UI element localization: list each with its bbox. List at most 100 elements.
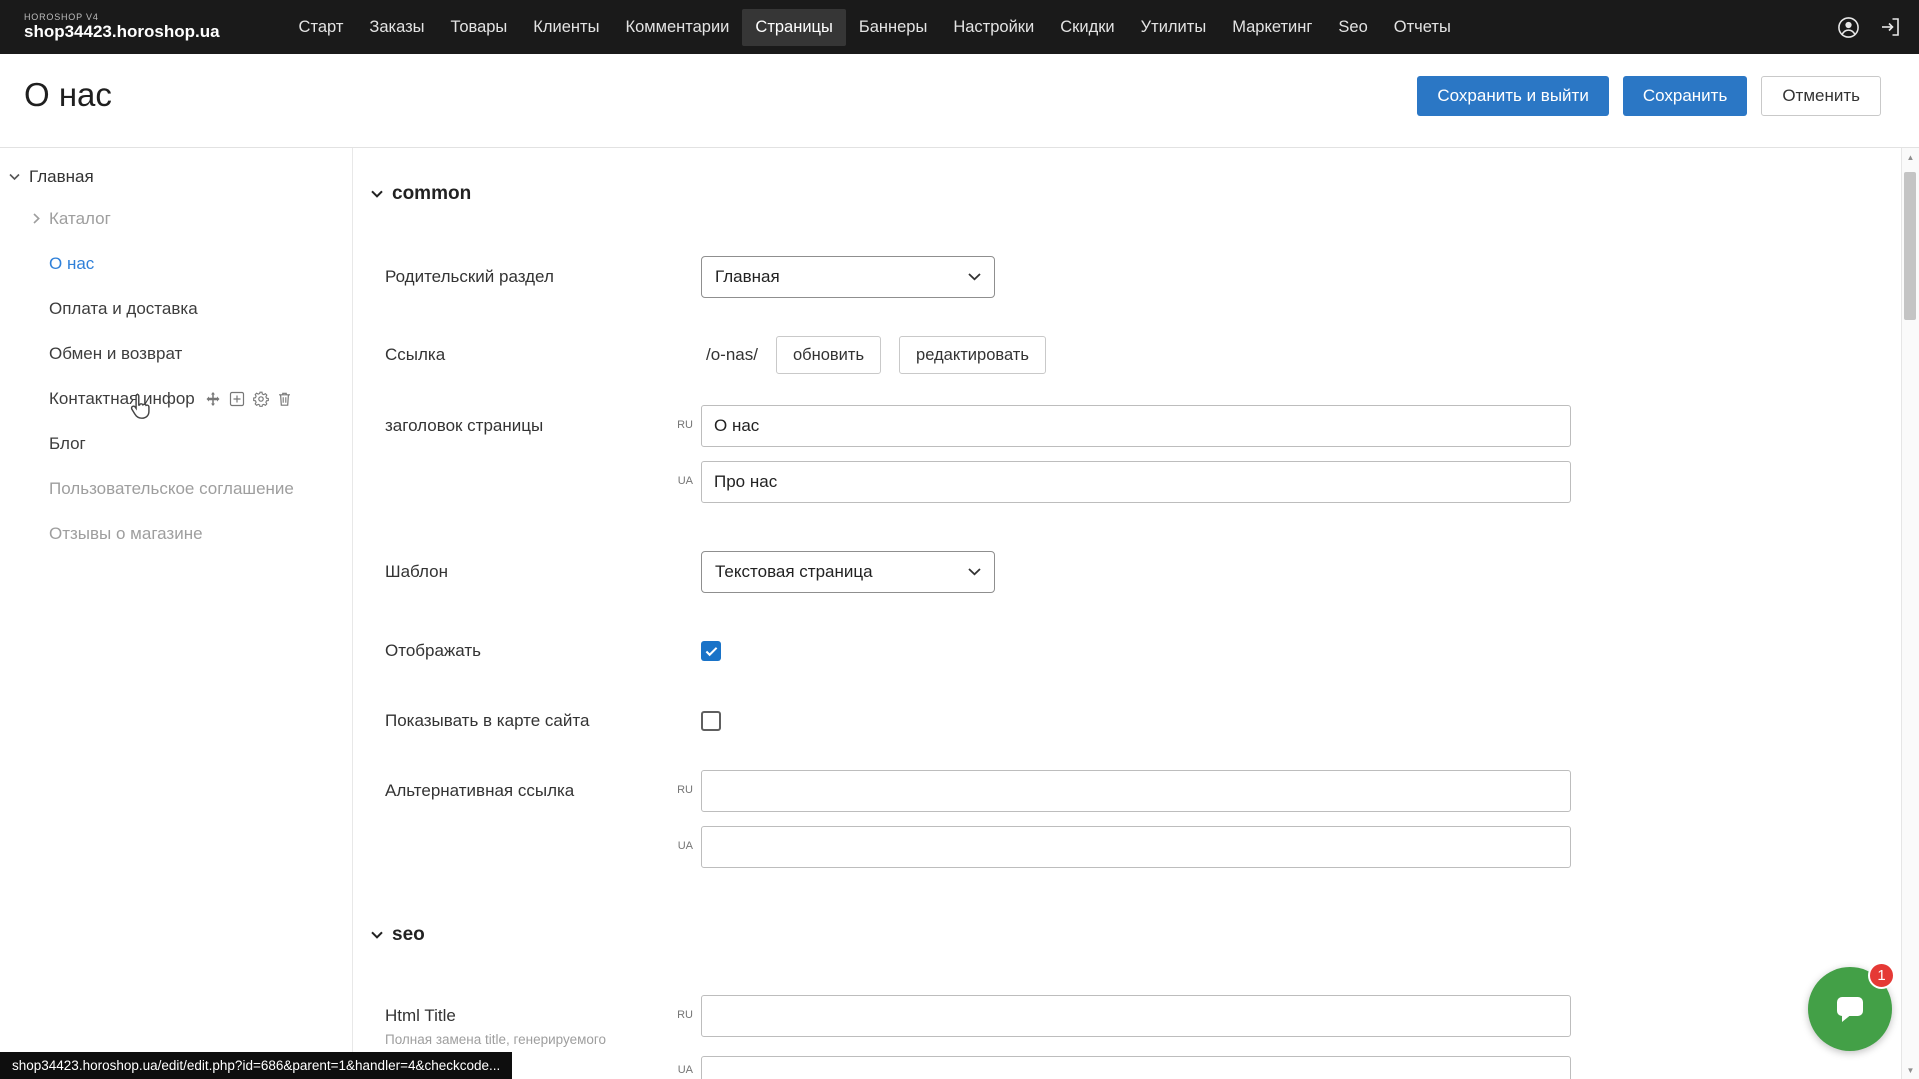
add-page-icon[interactable] (229, 391, 245, 407)
link-edit-button[interactable]: редактировать (899, 336, 1046, 374)
section-title: seo (392, 924, 425, 946)
nav-item-settings[interactable]: Настройки (940, 9, 1047, 46)
cancel-button[interactable]: Отменить (1761, 76, 1881, 116)
scrollbar-up-arrow[interactable]: ▲ (1902, 148, 1919, 166)
lang-badge-ua: UA (655, 475, 693, 487)
section-title: common (392, 183, 471, 205)
sidebar-item-label: Главная (29, 167, 94, 187)
alt-link-label: Альтернативная ссылка (385, 780, 574, 802)
link-path: /o-nas/ (706, 345, 758, 365)
chevron-right-icon (33, 213, 40, 224)
chat-bubble-icon (1831, 991, 1869, 1027)
nav-item-utilities[interactable]: Утилиты (1128, 9, 1220, 46)
lang-badge-ru: RU (655, 1009, 693, 1021)
link-row: /o-nas/ обновить редактировать (706, 336, 1046, 374)
save-and-exit-button[interactable]: Сохранить и выйти (1417, 76, 1608, 116)
nav-item-comments[interactable]: Комментарии (612, 9, 742, 46)
nav-item-reports[interactable]: Отчеты (1381, 9, 1464, 46)
settings-gear-icon[interactable] (253, 391, 269, 407)
page-title-ru-input[interactable] (701, 405, 1571, 447)
nav-item-discounts[interactable]: Скидки (1047, 9, 1127, 46)
template-select[interactable]: Текстовая страница (701, 551, 995, 593)
user-account-icon[interactable] (1835, 14, 1861, 40)
chevron-down-icon (371, 190, 383, 198)
sidebar-item-store-reviews[interactable]: Отзывы о магазине (0, 511, 352, 556)
nav-item-seo[interactable]: Seo (1325, 9, 1380, 46)
sitemap-checkbox[interactable] (701, 711, 721, 731)
topbar: HOROSHOP V4 shop34423.horoshop.ua Старт … (0, 0, 1919, 54)
page-title-field-label: заголовок страницы (385, 415, 543, 437)
sidebar-item-user-agreement[interactable]: Пользовательское соглашение (0, 466, 352, 511)
lang-badge-ru: RU (655, 419, 693, 431)
select-value: Текстовая страница (715, 562, 873, 582)
link-refresh-button[interactable]: обновить (776, 336, 881, 374)
nav-item-orders[interactable]: Заказы (356, 9, 437, 46)
brand-version: HOROSHOP V4 (24, 12, 220, 22)
status-url-bar: shop34423.horoshop.ua/edit/edit.php?id=6… (0, 1052, 512, 1079)
chevron-down-icon (968, 273, 981, 281)
brand-domain: shop34423.horoshop.ua (24, 22, 220, 42)
lang-badge-ua: UA (655, 840, 693, 852)
html-title-ru-input[interactable] (701, 995, 1571, 1037)
nav-item-start[interactable]: Старт (286, 9, 357, 46)
alt-link-ru-input[interactable] (701, 770, 1571, 812)
sidebar-item-about[interactable]: О нас (0, 241, 352, 286)
section-common-toggle[interactable]: common (371, 183, 471, 205)
save-button[interactable]: Сохранить (1623, 76, 1747, 116)
sidebar-item-label: Обмен и возврат (49, 344, 182, 364)
status-url-text: shop34423.horoshop.ua/edit/edit.php?id=6… (12, 1058, 500, 1073)
nav-item-clients[interactable]: Клиенты (520, 9, 612, 46)
sidebar-item-label: Каталог (49, 209, 111, 229)
link-label: Ссылка (385, 344, 445, 366)
nav-item-products[interactable]: Товары (438, 9, 521, 46)
parent-section-label: Родительский раздел (385, 266, 554, 288)
nav-item-pages[interactable]: Страницы (742, 9, 845, 46)
nav-item-marketing[interactable]: Маркетинг (1219, 9, 1325, 46)
html-title-label: Html Title (385, 1005, 456, 1027)
vertical-scrollbar[interactable]: ▲ ▼ (1901, 148, 1919, 1079)
tree-item-actions (205, 391, 292, 407)
html-title-hint: Полная замена title, генерируемого (385, 1032, 606, 1047)
chevron-down-icon (9, 173, 20, 181)
check-icon (705, 646, 718, 657)
html-title-ua-input[interactable] (701, 1056, 1571, 1079)
header-actions: Сохранить и выйти Сохранить Отменить (1417, 76, 1881, 116)
chevron-down-icon (371, 931, 383, 939)
scrollbar-thumb[interactable] (1904, 172, 1916, 320)
parent-section-select[interactable]: Главная (701, 256, 995, 298)
lang-badge-ru: RU (655, 784, 693, 796)
sidebar-item-catalog[interactable]: Каталог (0, 196, 352, 241)
page: HOROSHOP V4 shop34423.horoshop.ua Старт … (0, 0, 1919, 1079)
sitemap-label: Показывать в карте сайта (385, 710, 589, 732)
sidebar-item-label: О нас (49, 254, 94, 274)
lang-badge-ua: UA (655, 1064, 693, 1076)
logout-icon[interactable] (1877, 14, 1903, 40)
sidebar-item-blog[interactable]: Блог (0, 421, 352, 466)
scrollbar-down-arrow[interactable]: ▼ (1902, 1061, 1919, 1079)
nav-item-banners[interactable]: Баннеры (846, 9, 940, 46)
sidebar-item-label: Контактная инфор (49, 389, 195, 409)
sidebar-item-contact-info[interactable]: Контактная инфор (0, 376, 352, 421)
delete-trash-icon[interactable] (277, 391, 292, 407)
page-title: О нас (24, 76, 112, 114)
sidebar-item-exchange-return[interactable]: Обмен и возврат (0, 331, 352, 376)
topbar-icons (1835, 0, 1903, 54)
sidebar-item-label: Отзывы о магазине (49, 524, 203, 544)
chat-unread-badge: 1 (1868, 962, 1895, 989)
page-title-ua-input[interactable] (701, 461, 1571, 503)
brand[interactable]: HOROSHOP V4 shop34423.horoshop.ua (24, 12, 220, 42)
sidebar-item-payment-delivery[interactable]: Оплата и доставка (0, 286, 352, 331)
template-label: Шаблон (385, 561, 448, 583)
display-checkbox[interactable] (701, 641, 721, 661)
page-tree-sidebar: Главная Каталог О нас Оплата и доставка … (0, 148, 353, 1079)
sidebar-item-label: Блог (49, 434, 86, 454)
select-value: Главная (715, 267, 780, 287)
top-nav: Старт Заказы Товары Клиенты Комментарии … (286, 9, 1464, 46)
alt-link-ua-input[interactable] (701, 826, 1571, 868)
move-icon[interactable] (205, 391, 221, 407)
chevron-down-icon (968, 568, 981, 576)
sidebar-item-home[interactable]: Главная (0, 158, 352, 196)
section-seo-toggle[interactable]: seo (371, 924, 425, 946)
sidebar-item-label: Пользовательское соглашение (49, 479, 294, 499)
sidebar-item-label: Оплата и доставка (49, 299, 198, 319)
